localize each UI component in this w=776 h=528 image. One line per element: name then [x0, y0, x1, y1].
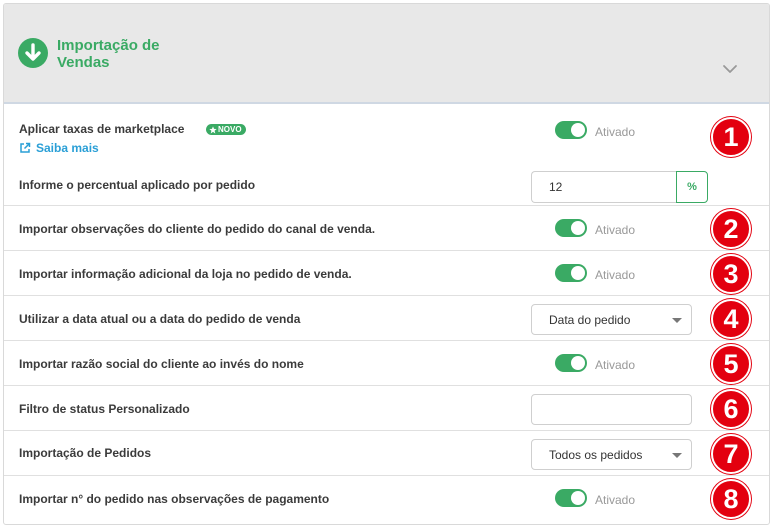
toggle-knob [571, 356, 585, 370]
toggle-state-label: Ativado [595, 493, 636, 507]
order-number-notes-toggle[interactable] [555, 489, 587, 507]
setting-row-status-filter: Filtro de status Personalizado 6 [4, 386, 769, 431]
new-badge: NOVO [206, 124, 246, 135]
toggle-state-label: Ativado [595, 358, 636, 372]
settings-panel: Importação de Vendas Aplicar taxas de ma… [3, 3, 770, 525]
setting-label: Importação de Pedidos [19, 446, 152, 460]
caret-down-icon [672, 453, 682, 458]
setting-label: Filtro de status Personalizado [19, 402, 190, 416]
panel-header[interactable]: Importação de Vendas [4, 4, 769, 104]
chevron-down-icon[interactable] [722, 62, 738, 74]
toggle-knob [571, 491, 585, 505]
select-value: Todos os pedidos [549, 448, 643, 462]
customer-notes-toggle[interactable] [555, 219, 587, 237]
toggle-knob [571, 266, 585, 280]
toggle-knob [571, 221, 585, 235]
step-marker: 8 [711, 479, 751, 519]
learn-more-label: Saiba mais [36, 141, 99, 155]
toggle-state-label: Ativado [595, 125, 636, 139]
setting-row-company-name: Importar razão social do cliente ao invé… [4, 341, 769, 386]
status-filter-input[interactable] [531, 394, 692, 425]
toggle-state-label: Ativado [595, 223, 636, 237]
download-arrow-icon [18, 38, 48, 68]
percent-addon-button[interactable]: % [676, 171, 708, 203]
setting-row-customer-notes: Importar observações do cliente do pedid… [4, 206, 769, 251]
setting-row-marketplace-fees: Aplicar taxas de marketplace NOVO Saiba … [4, 106, 769, 206]
order-import-select[interactable]: Todos os pedidos [531, 439, 692, 470]
step-marker: 3 [711, 254, 751, 294]
setting-label: Importar observações do cliente do pedid… [19, 222, 376, 236]
toggle-state-label: Ativado [595, 268, 636, 282]
setting-row-order-import: Importação de Pedidos Todos os pedidos 7 [4, 431, 769, 476]
setting-row-order-number-notes: Importar n° do pedido nas observações de… [4, 476, 769, 524]
setting-row-date-choice: Utilizar a data atual ou a data do pedid… [4, 296, 769, 341]
percent-label: Informe o percentual aplicado por pedido [19, 178, 256, 192]
select-value: Data do pedido [549, 313, 631, 327]
date-source-select[interactable]: Data do pedido [531, 304, 692, 335]
step-marker: 7 [711, 434, 751, 474]
page-title: Importação de Vendas [57, 37, 160, 71]
setting-label: Importar razão social do cliente ao invé… [19, 357, 304, 371]
step-marker: 2 [711, 209, 751, 249]
company-name-toggle[interactable] [555, 354, 587, 372]
setting-label: Utilizar a data atual ou a data do pedid… [19, 312, 301, 326]
setting-label: Aplicar taxas de marketplace [19, 122, 185, 136]
toggle-knob [571, 123, 585, 137]
badge-label: NOVO [218, 125, 242, 134]
step-marker: 5 [711, 344, 751, 384]
step-marker: 1 [711, 117, 751, 157]
store-info-toggle[interactable] [555, 264, 587, 282]
external-link-icon [20, 142, 31, 153]
marketplace-fees-toggle[interactable] [555, 121, 587, 139]
learn-more-link[interactable]: Saiba mais [19, 141, 99, 155]
setting-row-store-info: Importar informação adicional da loja no… [4, 251, 769, 296]
setting-label: Importar informação adicional da loja no… [19, 267, 352, 281]
caret-down-icon [672, 318, 682, 323]
star-icon [209, 125, 217, 133]
step-marker: 6 [711, 389, 751, 429]
percent-input[interactable] [531, 171, 677, 203]
step-marker: 4 [711, 299, 751, 339]
setting-label: Importar n° do pedido nas observações de… [19, 492, 330, 506]
